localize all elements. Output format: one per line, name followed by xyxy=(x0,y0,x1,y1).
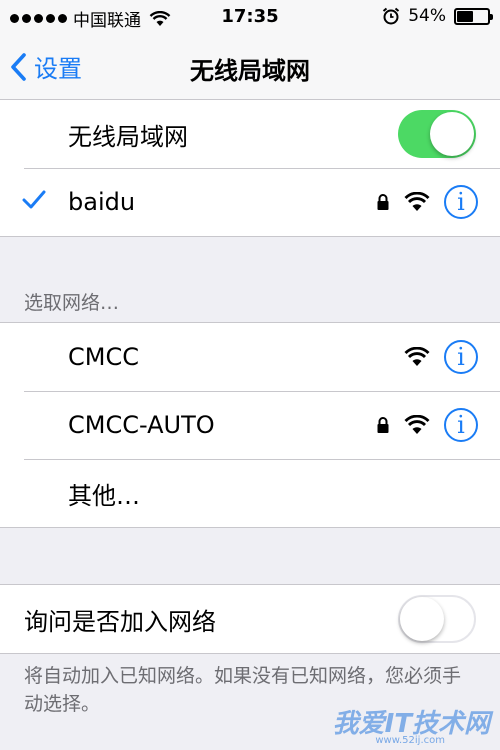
wifi-signal-icon xyxy=(404,415,430,434)
battery-icon xyxy=(454,7,493,25)
network-row-cmcc-auto[interactable]: CMCC-AUTO i xyxy=(0,391,500,459)
network-name: CMCC-AUTO xyxy=(68,411,215,439)
network-name: CMCC xyxy=(68,343,139,371)
toggle-knob xyxy=(400,597,444,641)
info-icon: i xyxy=(457,343,465,371)
wifi-signal-icon xyxy=(404,347,430,366)
info-button[interactable]: i xyxy=(444,185,478,219)
ask-to-join-label: 询问是否加入网络 xyxy=(24,607,216,636)
info-button[interactable]: i xyxy=(444,408,478,442)
wifi-toggle-label: 无线局域网 xyxy=(68,122,188,151)
network-icons: i xyxy=(404,340,478,374)
lock-icon xyxy=(377,194,389,210)
status-bar: 中国联通 17:35 54% xyxy=(0,0,500,34)
other-network-label: 其他… xyxy=(68,481,140,510)
ask-to-join-group: 询问是否加入网络 xyxy=(0,584,500,654)
checkmark-icon xyxy=(22,190,46,209)
network-icons: i xyxy=(376,408,478,442)
choose-network-header: 选取网络… xyxy=(24,292,120,314)
alarm-clock-icon xyxy=(383,7,400,25)
watermark-url: www.52ij.com xyxy=(375,735,445,746)
info-button[interactable]: i xyxy=(444,340,478,374)
connected-network-row[interactable]: baidu i xyxy=(0,168,500,236)
info-icon: i xyxy=(457,411,465,439)
wifi-group: 无线局域网 baidu i xyxy=(0,99,500,237)
battery-percent: 54% xyxy=(408,6,446,26)
page-title: 无线局域网 xyxy=(190,57,310,85)
wifi-toggle-row: 无线局域网 xyxy=(0,100,500,168)
wifi-signal-icon xyxy=(404,192,430,211)
ask-to-join-switch[interactable] xyxy=(398,595,476,643)
wifi-toggle-switch[interactable] xyxy=(398,110,476,158)
connected-network-name: baidu xyxy=(68,188,136,216)
available-networks-group: CMCC i CMCC-AUTO i 其他… xyxy=(0,322,500,528)
other-network-row[interactable]: 其他… xyxy=(0,459,500,527)
info-icon: i xyxy=(457,188,465,216)
ask-to-join-row: 询问是否加入网络 xyxy=(0,585,500,653)
toggle-knob xyxy=(430,112,474,156)
connected-network-icons: i xyxy=(376,185,478,219)
network-row-cmcc[interactable]: CMCC i xyxy=(0,323,500,391)
navigation-bar: 设置 无线局域网 xyxy=(0,34,500,100)
lock-icon xyxy=(377,417,389,433)
status-right: 54% xyxy=(382,6,493,26)
battery-level-fill xyxy=(457,10,474,22)
